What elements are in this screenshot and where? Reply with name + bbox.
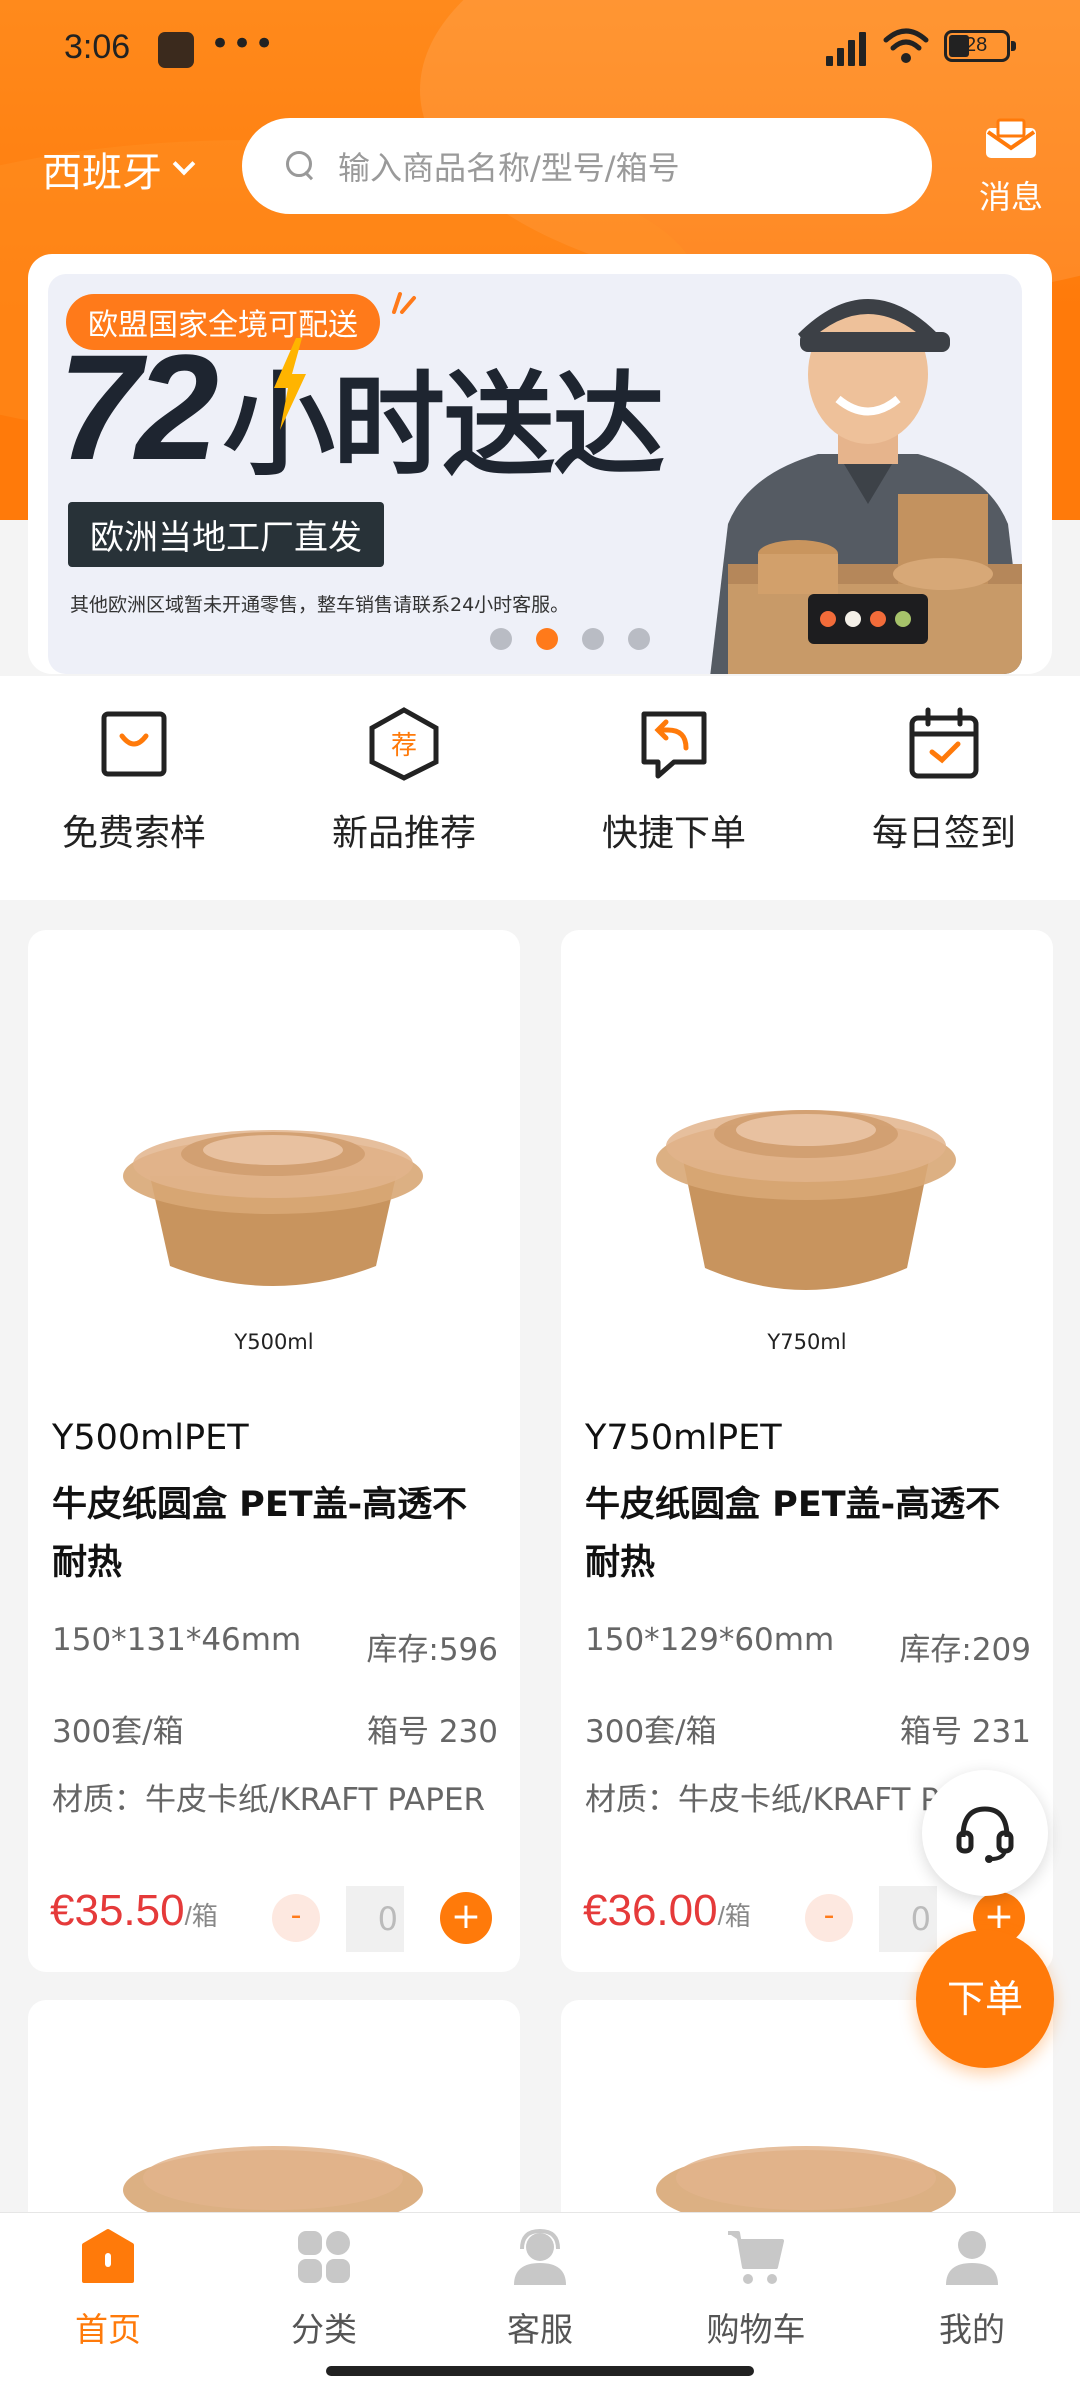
quick-label: 快捷下单 — [601, 813, 746, 854]
product-pack: 300套/箱 — [585, 1714, 717, 1750]
product-name: 牛皮纸圆盒 PET盖-高透不耐热 — [585, 1485, 1001, 1583]
banner-dot[interactable] — [628, 628, 650, 650]
price-value: €36.00 — [583, 1886, 718, 1935]
quantity-minus-button[interactable]: - — [805, 1894, 853, 1942]
quantity-input[interactable]: 0 — [879, 1886, 937, 1952]
search-input[interactable]: 输入商品名称/型号/箱号 — [242, 118, 932, 214]
envelope-icon — [986, 118, 1036, 158]
region-label: 西班牙 — [42, 150, 162, 196]
product-dimensions: 150*129*60mm — [585, 1622, 835, 1658]
product-name: 牛皮纸圆盒 PET盖-高透不耐热 — [52, 1485, 468, 1583]
status-bar: 3:06 ••• 28 — [0, 0, 1080, 96]
signal-icon — [826, 30, 872, 66]
product-material: 材质：牛皮卡纸/KRAFT PAPER — [52, 1782, 486, 1818]
tab-label: 我的 — [939, 2310, 1005, 2349]
banner-dot-active[interactable] — [536, 628, 558, 650]
banner-note: 其他欧洲区域暂未开通零售，整车销售请联系24小时客服。 — [70, 594, 570, 616]
product-price: €36.00/箱 — [583, 1886, 751, 1936]
product-dimensions: 150*131*46mm — [52, 1622, 302, 1658]
more-notifications-icon: ••• — [210, 24, 277, 64]
battery-icon: 28 — [944, 30, 1016, 62]
banner-headline: 72 小时送达 — [58, 323, 665, 491]
quantity-input[interactable]: 0 — [346, 1886, 404, 1952]
headset-icon — [956, 1806, 1014, 1863]
banner-dot[interactable] — [490, 628, 512, 650]
tab-label: 分类 — [291, 2310, 357, 2349]
product-stock: 库存:209 — [899, 1632, 1031, 1668]
price-value: €35.50 — [50, 1886, 185, 1935]
notification-app-icon — [158, 32, 194, 68]
place-order-button[interactable]: 下单 — [916, 1930, 1054, 2068]
tab-customer-service[interactable]: 客服 — [470, 2227, 610, 2351]
product-image-label: Y500ml — [234, 1330, 314, 1354]
product-image: Y500ml — [28, 930, 520, 1360]
kraft-bowl-image — [656, 1110, 956, 1290]
product-model: Y500mlPET — [52, 1418, 249, 1458]
search-placeholder: 输入商品名称/型号/箱号 — [338, 149, 680, 187]
tab-label: 客服 — [507, 2310, 573, 2349]
product-card[interactable] — [28, 2000, 520, 2240]
quick-free-sample[interactable]: 免费索样 — [24, 706, 244, 856]
status-time: 3:06 — [64, 28, 131, 66]
product-price: €35.50/箱 — [50, 1886, 218, 1936]
price-unit: /箱 — [717, 1901, 751, 1931]
product-model: Y750mlPET — [585, 1418, 782, 1458]
quick-label: 每日签到 — [871, 813, 1016, 854]
quick-label: 新品推荐 — [331, 813, 476, 854]
quick-actions: 免费索样 荐 新品推荐 快捷下单 每日签到 — [0, 676, 1080, 900]
price-unit: /箱 — [184, 1901, 218, 1931]
search-icon — [286, 151, 316, 181]
category-grid-icon — [298, 2231, 350, 2283]
product-pack: 300套/箱 — [52, 1714, 184, 1750]
recommend-badge-icon: 荐 — [369, 707, 439, 781]
customer-support-button[interactable] — [922, 1770, 1048, 1896]
quick-order-icon — [641, 711, 707, 779]
battery-level: 28 — [965, 34, 988, 56]
product-image-label: Y750ml — [767, 1330, 847, 1354]
svg-text:荐: 荐 — [391, 731, 417, 761]
product-box-number: 箱号 231 — [899, 1714, 1031, 1750]
banner-headline-number: 72 — [58, 323, 219, 491]
quick-daily-checkin[interactable]: 每日签到 — [834, 706, 1054, 856]
spark-icon — [392, 292, 416, 314]
region-selector[interactable]: 西班牙 — [42, 140, 196, 198]
quantity-minus-button[interactable]: - — [272, 1894, 320, 1942]
chevron-down-icon — [172, 152, 196, 176]
product-image: Y750ml — [561, 930, 1053, 1360]
product-stock: 库存:596 — [366, 1632, 498, 1668]
gesture-home-bar[interactable] — [326, 2366, 754, 2376]
delivery-person-illustration — [710, 299, 1022, 674]
tab-home[interactable]: 首页 — [38, 2227, 178, 2351]
gift-bag-icon — [101, 711, 167, 777]
quick-fast-order[interactable]: 快捷下单 — [564, 706, 784, 856]
product-card[interactable]: Y500ml Y500mlPET 牛皮纸圆盒 PET盖-高透不耐热 150*13… — [28, 930, 520, 1972]
banner-subtitle: 欧洲当地工厂直发 — [68, 502, 384, 567]
wifi-icon — [883, 28, 929, 63]
banner-slide: 欧盟国家全境可配送 72 小时送达 欧洲当地工厂直发 其他欧洲区域暂未开通零售，… — [48, 274, 1022, 674]
messages-label: 消息 — [978, 178, 1043, 216]
tab-label: 首页 — [75, 2310, 141, 2349]
product-box-number: 箱号 230 — [366, 1714, 498, 1750]
tab-category[interactable]: 分类 — [254, 2227, 394, 2351]
home-icon — [82, 2229, 134, 2283]
banner-dot[interactable] — [582, 628, 604, 650]
tab-profile[interactable]: 我的 — [902, 2227, 1042, 2351]
tab-label: 购物车 — [706, 2310, 806, 2349]
promo-banner[interactable]: 欧盟国家全境可配送 72 小时送达 欧洲当地工厂直发 其他欧洲区域暂未开通零售，… — [28, 254, 1052, 674]
calendar-check-icon — [909, 707, 979, 779]
messages-button[interactable]: 消息 — [966, 118, 1056, 218]
quantity-plus-button[interactable]: + — [440, 1892, 492, 1944]
tab-cart[interactable]: 购物车 — [686, 2227, 826, 2351]
quick-new-recommend[interactable]: 荐 新品推荐 — [294, 706, 514, 856]
cart-icon — [728, 2231, 784, 2284]
customer-service-icon — [514, 2228, 566, 2285]
lightning-icon — [274, 338, 306, 430]
quick-label: 免费索样 — [61, 813, 206, 854]
kraft-bowl-image — [123, 1130, 423, 1286]
profile-icon — [946, 2231, 998, 2285]
banner-pagination — [490, 628, 650, 650]
